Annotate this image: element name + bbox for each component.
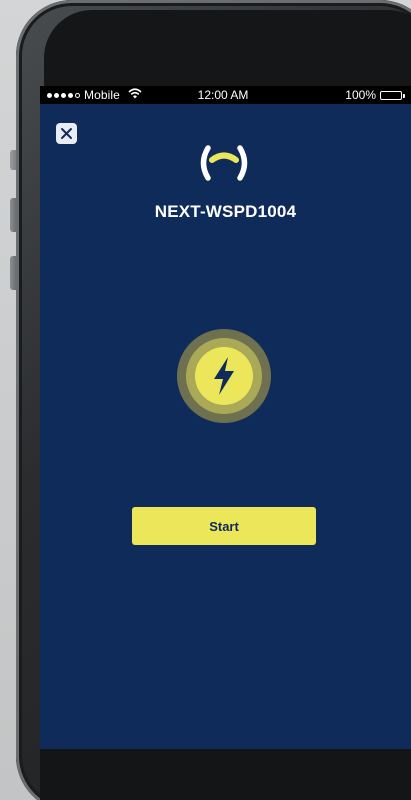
battery-icon bbox=[380, 90, 405, 100]
brand-logo-icon bbox=[200, 145, 248, 181]
wifi-icon bbox=[128, 88, 142, 102]
status-bar: Mobile 12:00 AM 100% bbox=[40, 86, 411, 104]
app-screen: NEXT-WSPD1004 Start bbox=[40, 104, 411, 749]
battery-percent: 100% bbox=[345, 88, 376, 102]
status-time: 12:00 AM bbox=[197, 88, 249, 102]
start-button-label: Start bbox=[209, 518, 239, 534]
status-bar-right: 100% bbox=[345, 88, 405, 102]
carrier-label: Mobile bbox=[84, 88, 120, 102]
close-button[interactable] bbox=[56, 123, 77, 144]
start-button[interactable]: Start bbox=[132, 507, 316, 545]
device-name: NEXT-WSPD1004 bbox=[154, 202, 297, 221]
status-bar-left: Mobile bbox=[47, 88, 142, 102]
signal-icon bbox=[47, 92, 80, 98]
device-mockup: Mobile 12:00 AM 100% NEXT-WSPD1004 Start bbox=[0, 0, 411, 800]
bottom-bezel bbox=[40, 749, 411, 800]
close-icon bbox=[61, 128, 72, 139]
lightning-bolt-icon bbox=[177, 329, 271, 423]
